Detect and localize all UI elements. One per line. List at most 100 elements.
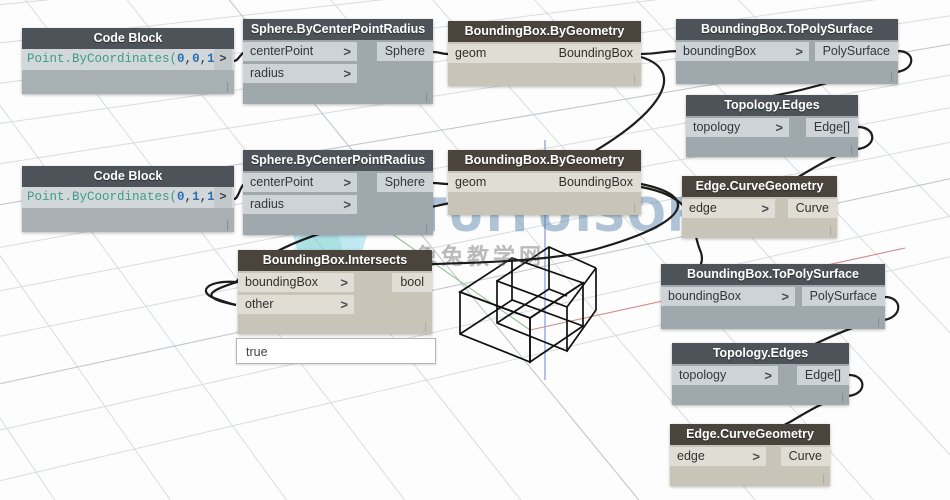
node-header[interactable]: Edge.CurveGeometry: [670, 424, 830, 445]
chevron-right-icon: >: [343, 66, 351, 81]
input-port-label: geom: [455, 46, 487, 60]
input-port-geom[interactable]: geom>: [448, 173, 564, 192]
input-port-label: topology: [693, 120, 741, 134]
input-port-radius[interactable]: radius >: [243, 64, 357, 83]
node-header[interactable]: Code Block: [22, 166, 234, 187]
input-port-label: topology: [679, 368, 727, 382]
watch-bubble-intersects-result[interactable]: true: [236, 338, 436, 364]
output-port-BoundingBox[interactable]: BoundingBox: [550, 44, 641, 63]
node-header[interactable]: Code Block: [22, 28, 234, 49]
code-block-output-port[interactable]: >: [214, 49, 232, 70]
input-port-geom[interactable]: geom>: [448, 44, 564, 63]
node-header[interactable]: Edge.CurveGeometry: [682, 176, 837, 197]
resize-grip[interactable]: |: [424, 323, 427, 333]
input-port-label: edge: [689, 201, 717, 215]
output-port-Curve[interactable]: Curve: [787, 199, 837, 218]
input-port-edge[interactable]: edge >: [682, 199, 775, 218]
node-topology-edges-2[interactable]: Topology.Edges topology > Edge[] |: [672, 343, 849, 405]
input-port-label: centerPoint: [250, 44, 314, 58]
port-row: boundingBox > bool: [238, 271, 432, 293]
resize-grip[interactable]: |: [226, 83, 229, 93]
input-port-label: radius: [250, 197, 285, 211]
node-body: geom>BoundingBox |: [448, 171, 641, 215]
resize-grip[interactable]: |: [850, 146, 853, 156]
node-header[interactable]: Sphere.ByCenterPointRadius: [243, 19, 433, 40]
node-sphere-1[interactable]: Sphere.ByCenterPointRadius centerPoint > Sp…: [243, 19, 433, 104]
code-block-editor[interactable]: Point.ByCoordinates(0,1,1);>: [22, 187, 234, 208]
output-port-PolySurface[interactable]: PolySurface: [814, 42, 898, 61]
resize-grip[interactable]: |: [425, 93, 428, 103]
node-header[interactable]: Topology.Edges: [672, 343, 849, 364]
output-port-Sphere[interactable]: Sphere: [376, 42, 433, 61]
resize-grip[interactable]: |: [633, 204, 636, 214]
node-header[interactable]: Topology.Edges: [686, 95, 858, 116]
node-edge-curvegeom-2[interactable]: Edge.CurveGeometry edge > Curve |: [670, 424, 830, 486]
node-bbox-topoly-2[interactable]: BoundingBox.ToPolySurface boundingBox > Pol…: [661, 264, 885, 329]
output-port-Curve[interactable]: Curve: [780, 447, 830, 466]
port-row: centerPoint > Sphere: [243, 40, 433, 62]
input-port-radius[interactable]: radius >: [243, 195, 357, 214]
node-header[interactable]: BoundingBox.ByGeometry: [448, 150, 641, 171]
node-body: centerPoint > Sphere radius > |: [243, 171, 433, 235]
port-row: topology > Edge[]: [686, 116, 858, 138]
input-port-boundingBox[interactable]: boundingBox >: [661, 287, 795, 306]
chevron-right-icon: >: [343, 175, 351, 190]
resize-grip[interactable]: |: [226, 221, 229, 231]
input-port-topology[interactable]: topology >: [672, 366, 778, 385]
output-port-bool[interactable]: bool: [392, 273, 432, 292]
resize-grip[interactable]: |: [633, 75, 636, 85]
code-block-editor[interactable]: Point.ByCoordinates(0,0,1);>: [22, 49, 234, 70]
node-bbox-bygeom-1[interactable]: BoundingBox.ByGeometry geom>BoundingBox |: [448, 21, 641, 86]
input-port-boundingBox[interactable]: boundingBox >: [676, 42, 809, 61]
port-row: boundingBox > PolySurface: [676, 40, 898, 62]
input-port-other[interactable]: other >: [238, 295, 354, 314]
node-code-block-2[interactable]: Code BlockPoint.ByCoordinates(0,1,1);> |: [22, 166, 234, 232]
node-edge-curvegeom-1[interactable]: Edge.CurveGeometry edge > Curve |: [682, 176, 837, 238]
node-body: edge > Curve |: [670, 445, 830, 486]
input-port-boundingBox[interactable]: boundingBox >: [238, 273, 354, 292]
node-header[interactable]: Sphere.ByCenterPointRadius: [243, 150, 433, 171]
output-port-Edge[interactable]: Edge[]: [805, 118, 858, 137]
port-row: edge > Curve: [670, 445, 830, 467]
input-port-centerPoint[interactable]: centerPoint >: [243, 173, 357, 192]
node-body: topology > Edge[] |: [672, 364, 849, 405]
node-body: geom>BoundingBox |: [448, 42, 641, 86]
output-port-Edge[interactable]: Edge[]: [796, 366, 849, 385]
node-code-block-1[interactable]: Code BlockPoint.ByCoordinates(0,0,1);> |: [22, 28, 234, 94]
code-block-output-port[interactable]: >: [214, 187, 232, 208]
resize-grip[interactable]: |: [890, 73, 893, 83]
node-header[interactable]: BoundingBox.ToPolySurface: [661, 264, 885, 285]
node-topology-edges-1[interactable]: Topology.Edges topology > Edge[] |: [686, 95, 858, 157]
resize-grip[interactable]: |: [841, 394, 844, 404]
dynamo-canvas[interactable]: TUITUISOFT 兔兔教学网 Code Block Point.ByCoord…: [0, 0, 950, 500]
chevron-right-icon: >: [761, 201, 769, 216]
resize-grip[interactable]: |: [829, 227, 832, 237]
node-bbox-topoly-1[interactable]: BoundingBox.ToPolySurface boundingBox > Pol…: [676, 19, 898, 84]
chevron-right-icon: >: [343, 197, 351, 212]
node-header[interactable]: BoundingBox.Intersects: [238, 250, 432, 271]
chevron-right-icon: >: [343, 44, 351, 59]
node-header[interactable]: BoundingBox.ByGeometry: [448, 21, 641, 42]
node-body: edge > Curve |: [682, 197, 837, 238]
input-port-topology[interactable]: topology >: [686, 118, 789, 137]
node-header[interactable]: BoundingBox.ToPolySurface: [676, 19, 898, 40]
resize-grip[interactable]: |: [425, 224, 428, 234]
node-sphere-2[interactable]: Sphere.ByCenterPointRadius centerPoint > Sp…: [243, 150, 433, 235]
node-bbox-bygeom-2[interactable]: BoundingBox.ByGeometry geom>BoundingBox |: [448, 150, 641, 215]
output-port-Sphere[interactable]: Sphere: [376, 173, 433, 192]
output-port-BoundingBox[interactable]: BoundingBox: [550, 173, 641, 192]
node-body: centerPoint > Sphere radius > |: [243, 40, 433, 104]
node-bbox-intersects[interactable]: BoundingBox.Intersects boundingBox > bool ot…: [238, 250, 432, 334]
node-body: boundingBox > PolySurface |: [661, 285, 885, 329]
input-port-centerPoint[interactable]: centerPoint >: [243, 42, 357, 61]
input-port-edge[interactable]: edge >: [670, 447, 766, 466]
chevron-right-icon: >: [781, 289, 789, 304]
port-row: radius >: [243, 193, 433, 215]
input-port-label: radius: [250, 66, 285, 80]
output-port-PolySurface[interactable]: PolySurface: [801, 287, 885, 306]
resize-grip[interactable]: |: [822, 475, 825, 485]
resize-grip[interactable]: |: [877, 318, 880, 328]
chevron-right-icon: >: [340, 275, 348, 290]
node-body: Point.ByCoordinates(0,1,1);> |: [22, 187, 234, 232]
input-port-label: other: [245, 297, 274, 311]
